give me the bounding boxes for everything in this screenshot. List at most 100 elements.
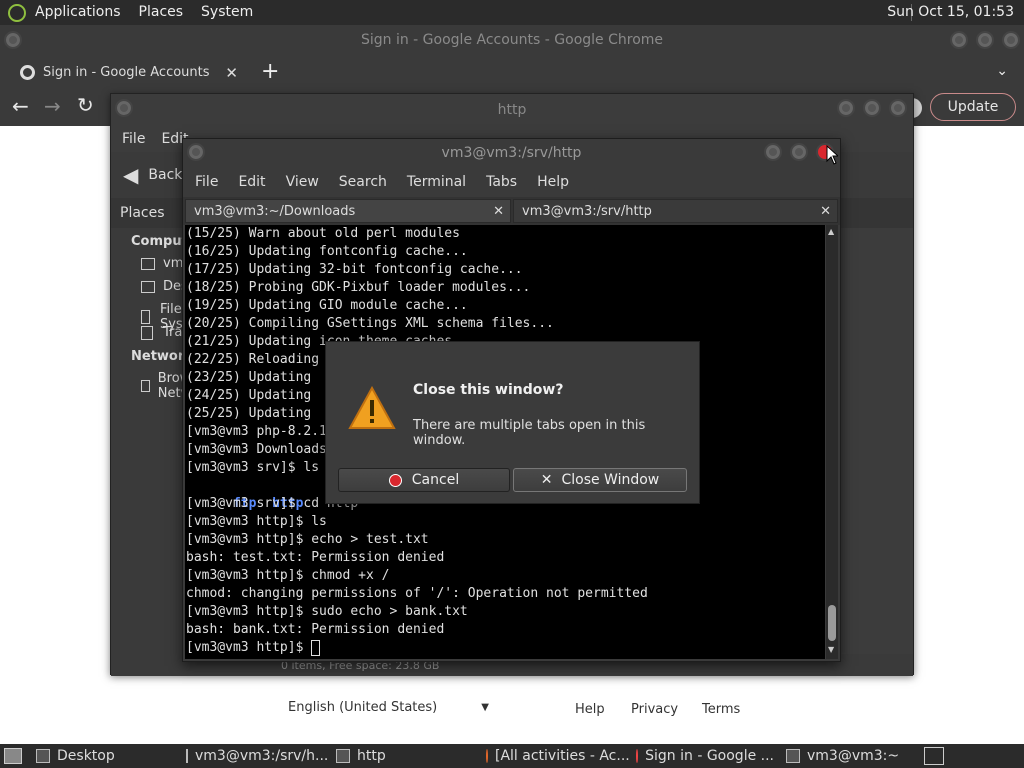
terminal-titlebar[interactable]: vm3@vm3:/srv/http: [183, 139, 840, 167]
trash-icon: [141, 325, 153, 340]
terminal-line: [vm3@vm3 http]$ echo > test.txt: [186, 532, 429, 547]
terminal-line: bash: test.txt: Permission denied: [186, 550, 445, 565]
footer-help-link[interactable]: Help: [575, 702, 605, 717]
terminal-cursor: [311, 639, 321, 656]
cancel-button[interactable]: Cancel: [338, 468, 510, 492]
fm-minimize-button[interactable]: [837, 99, 855, 117]
fm-back-label[interactable]: Back: [148, 167, 182, 183]
terminal-line: [vm3@vm3 http]$ sudo echo > bank.txt: [186, 604, 468, 619]
fm-maximize-button[interactable]: [863, 99, 881, 117]
tab-close-icon[interactable]: ✕: [820, 204, 831, 219]
chrome-maximize-button[interactable]: [976, 31, 994, 49]
chrome-tab-title: Sign in - Google Accounts: [43, 65, 210, 80]
chrome-titlebar[interactable]: Sign in - Google Accounts - Google Chrom…: [0, 25, 1024, 55]
terminal-line: (19/25) Updating GIO module cache...: [186, 298, 468, 313]
scroll-down-arrow-icon[interactable]: ▼: [828, 645, 834, 654]
tab-search-chevron-icon[interactable]: ⌄: [996, 63, 1008, 79]
terminal-task-icon: [186, 749, 188, 763]
update-label: Update: [947, 99, 999, 115]
chrome-minimize-button[interactable]: [950, 31, 968, 49]
top-panel: Applications Places System Sun Oct 15, 0…: [0, 0, 1024, 25]
tab-close-icon[interactable]: ✕: [225, 64, 238, 82]
taskbar-item-label: vm3@vm3:/srv/h...: [195, 748, 329, 764]
taskbar-item-chrome[interactable]: Sign in - Google ...: [630, 744, 780, 768]
terminal-line: (18/25) Probing GDK-Pixbuf loader module…: [186, 280, 531, 295]
bottom-panel: Desktop vm3@vm3:/srv/h... http [All acti…: [0, 744, 1024, 768]
new-tab-icon[interactable]: +: [261, 59, 279, 84]
workspace-switcher-icon[interactable]: [924, 747, 944, 765]
taskbar-item-label: Desktop: [57, 748, 115, 764]
desktop-icon: [141, 280, 155, 293]
chrome-tab[interactable]: Sign in - Google Accounts ✕: [6, 55, 246, 90]
scroll-up-arrow-icon[interactable]: ▲: [828, 227, 834, 236]
terminal-line: bash: bank.txt: Permission denied: [186, 622, 445, 637]
network-icon: [141, 380, 150, 392]
taskbar-item-label: vm3@vm3:~: [807, 748, 900, 764]
update-button[interactable]: Update: [930, 93, 1016, 121]
terminal-line: [vm3@vm3 http]$ chmod +x /: [186, 568, 390, 583]
cancel-label: Cancel: [411, 472, 460, 488]
applications-menu[interactable]: Applications: [26, 0, 130, 25]
distro-logo-icon[interactable]: [8, 3, 26, 22]
terminal-minimize-button[interactable]: [764, 143, 782, 161]
terminal-menu-tabs[interactable]: Tabs: [474, 174, 525, 190]
fm-window-title: http: [497, 102, 527, 118]
taskbar-item-http[interactable]: http: [330, 744, 480, 768]
terminal-task-icon: [786, 749, 800, 763]
terminal-menu-view[interactable]: View: [274, 174, 327, 190]
terminal-maximize-button[interactable]: [790, 143, 808, 161]
terminal-menubar: File Edit View Search Terminal Tabs Help: [183, 167, 840, 197]
filesystem-icon: [141, 310, 150, 324]
chrome-tabstrip: Sign in - Google Accounts ✕ + ⌄: [0, 55, 1024, 90]
taskbar-item-terminal-http[interactable]: vm3@vm3:/srv/h...: [180, 744, 330, 768]
language-select[interactable]: English (United States) ▼: [288, 700, 489, 715]
fm-close-button[interactable]: [889, 99, 907, 117]
terminal-window-title: vm3@vm3:/srv/http: [441, 145, 582, 161]
terminal-menu-help[interactable]: Help: [525, 174, 577, 190]
taskbar-item-label: Sign in - Google ...: [645, 748, 774, 764]
close-window-button[interactable]: ✕ Close Window: [513, 468, 687, 492]
forward-arrow-icon[interactable]: →: [44, 94, 61, 118]
terminal-scrollbar-thumb[interactable]: [828, 605, 836, 641]
dialog-message: There are multiple tabs open in this win…: [413, 418, 646, 448]
fm-menu-button[interactable]: [115, 99, 133, 117]
system-menu[interactable]: System: [192, 0, 262, 25]
reload-icon[interactable]: ↻: [77, 93, 94, 117]
terminal-scrollbar[interactable]: ▲ ▼: [826, 225, 838, 659]
terminal-menu-file[interactable]: File: [183, 174, 226, 190]
chrome-menu-button[interactable]: [4, 31, 22, 49]
back-arrow-icon[interactable]: ←: [12, 94, 29, 118]
google-favicon-icon: [20, 65, 35, 80]
terminal-tab-label: vm3@vm3:/srv/http: [522, 203, 652, 219]
terminal-menu-search[interactable]: Search: [327, 174, 395, 190]
terminal-menu-edit[interactable]: Edit: [226, 174, 273, 190]
terminal-tab-downloads[interactable]: vm3@vm3:~/Downloads ✕: [185, 199, 511, 223]
terminal-prompt: [vm3@vm3 http]$: [186, 640, 312, 655]
show-desktop-icon[interactable]: [4, 748, 22, 764]
terminal-line: (16/25) Updating fontconfig cache...: [186, 244, 468, 259]
chrome-close-button[interactable]: [1002, 31, 1020, 49]
home-folder-icon: [141, 257, 155, 270]
taskbar-item-terminal-home[interactable]: vm3@vm3:~: [780, 744, 920, 768]
terminal-line: (17/25) Updating 32-bit fontconfig cache…: [186, 262, 523, 277]
fm-menu-file[interactable]: File: [111, 131, 153, 147]
terminal-menu-button[interactable]: [187, 143, 205, 161]
footer-terms-link[interactable]: Terms: [702, 702, 740, 717]
places-menu[interactable]: Places: [130, 0, 193, 25]
terminal-menu-terminal[interactable]: Terminal: [395, 174, 474, 190]
footer-privacy-link[interactable]: Privacy: [631, 702, 678, 717]
terminal-line: chmod: changing permissions of '/': Oper…: [186, 586, 648, 601]
cancel-icon: [388, 473, 402, 487]
fm-titlebar[interactable]: http: [111, 94, 913, 126]
terminal-tab-http[interactable]: vm3@vm3:/srv/http ✕: [513, 199, 838, 223]
terminal-line: (15/25) Warn about old perl modules: [186, 226, 460, 241]
taskbar-item-firefox[interactable]: [All activities - Ac...: [480, 744, 630, 768]
chrome-task-icon: [636, 749, 639, 763]
clock[interactable]: Sun Oct 15, 01:53: [887, 0, 1014, 25]
fm-back-arrow-icon[interactable]: ◀: [123, 163, 138, 187]
chrome-window-title: Sign in - Google Accounts - Google Chrom…: [360, 32, 664, 48]
taskbar-item-desktop[interactable]: Desktop: [30, 744, 180, 768]
folder-task-icon: [336, 749, 350, 763]
tab-close-icon[interactable]: ✕: [493, 204, 504, 219]
firefox-task-icon: [486, 749, 488, 763]
